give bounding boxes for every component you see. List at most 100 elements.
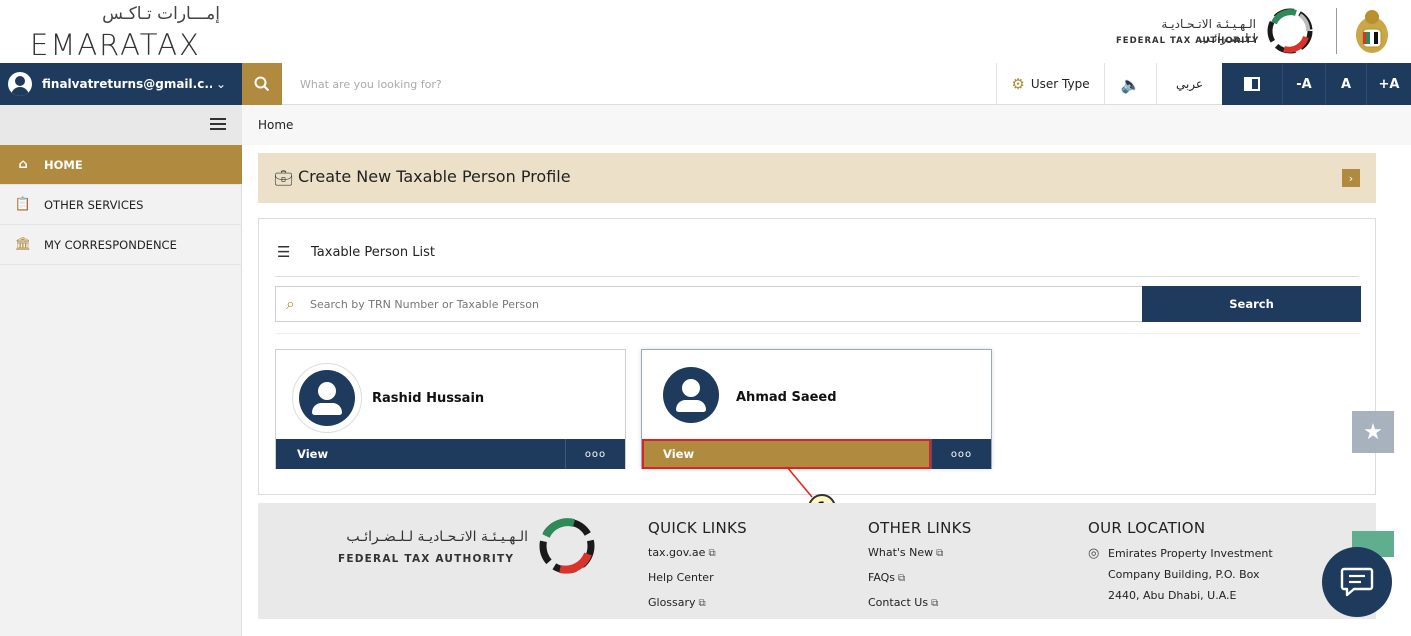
gear-icon: ⚙	[1011, 75, 1025, 93]
language-label: عربي	[1175, 77, 1204, 91]
contrast-toggle-button[interactable]	[1222, 63, 1282, 105]
chevron-down-icon[interactable]: ⌄	[216, 77, 226, 91]
create-banner-title: Create New Taxable Person Profile	[298, 167, 571, 186]
speaker-icon: 🔈	[1120, 74, 1141, 94]
uae-emblem-icon	[1356, 10, 1388, 53]
location-heading: OUR LOCATION	[1088, 519, 1206, 537]
user-avatar-icon	[663, 367, 719, 423]
taxable-person-card: Ahmad Saeed View ooo	[641, 349, 992, 469]
user-email: finalvatreturns@gmail.c...	[42, 77, 212, 91]
location-address: ◎ Emirates Property Investment Company B…	[1088, 543, 1288, 606]
footer-link[interactable]: FAQs ⧉	[868, 568, 972, 593]
external-link-icon: ⧉	[931, 598, 939, 609]
font-normal-button[interactable]: A	[1325, 63, 1366, 105]
more-options-button[interactable]: ooo	[565, 439, 625, 469]
sidebar-item-label: HOME	[44, 157, 83, 172]
nav-bar: finalvatreturns@gmail.c... ⌄ ⚙ User Type…	[0, 63, 1411, 105]
language-toggle[interactable]: عربي	[1156, 63, 1222, 105]
briefcase-icon: 💼︎	[274, 169, 294, 187]
chevron-right-icon[interactable]: ›	[1342, 169, 1360, 187]
address-text: Emirates Property Investment Company Bui…	[1108, 547, 1273, 602]
taxable-person-card: Rashid Hussain View ooo	[275, 349, 626, 469]
emaratax-logo[interactable]: إمـــارات تـاكـس EMARATAX	[30, 4, 220, 62]
logo-arabic-text: إمـــارات تـاكـس	[102, 4, 220, 24]
footer-link[interactable]: Help Center	[648, 568, 747, 593]
text-to-speech-button[interactable]: 🔈	[1104, 63, 1156, 105]
font-increase-button[interactable]: +A	[1366, 63, 1411, 105]
list-title: Taxable Person List	[311, 245, 435, 260]
link-text: Glossary	[648, 596, 696, 609]
footer-fta-logo: الـهـيـئـة الاتـحـاديـة لـلـضـرائـب FEDE…	[338, 515, 598, 577]
chat-button[interactable]	[1322, 547, 1392, 617]
external-link-icon: ⧉	[898, 573, 906, 584]
taxable-person-name: Rashid Hussain	[372, 391, 485, 406]
external-link-icon: ⧉	[698, 598, 706, 609]
user-type-label: User Type	[1030, 77, 1090, 91]
location-pin-icon: ◎	[1088, 546, 1100, 561]
search-icon	[254, 76, 270, 92]
taxable-person-search-input[interactable]	[310, 295, 1110, 313]
user-avatar-icon	[8, 72, 32, 96]
taxable-person-name: Ahmad Saeed	[736, 390, 837, 405]
breadcrumb-bar: Home	[242, 105, 1411, 145]
user-account-menu[interactable]: finalvatreturns@gmail.c... ⌄	[0, 63, 242, 105]
logo-english-text: EMARATAX	[30, 28, 201, 62]
sidebar-toggle-bar	[0, 105, 242, 145]
user-avatar-icon	[299, 370, 355, 426]
breadcrumb[interactable]: Home	[258, 118, 293, 132]
favorite-star-button[interactable]: ★	[1352, 411, 1394, 453]
footer-link[interactable]: tax.gov.ae ⧉	[648, 543, 747, 568]
global-search-button[interactable]	[242, 63, 282, 105]
external-link-icon: ⧉	[708, 548, 716, 559]
sidebar-item-my-correspondence[interactable]: 🏛 MY CORRESPONDENCE	[0, 225, 242, 265]
view-button[interactable]: View	[276, 439, 565, 469]
footer-link[interactable]: What's New ⧉	[868, 543, 972, 568]
global-search-input[interactable]	[300, 74, 800, 94]
fta-english-text: FEDERAL TAX AUTHORITY	[338, 553, 515, 565]
sidebar-item-home[interactable]: ⌂ HOME	[0, 145, 242, 185]
our-location: OUR LOCATION ◎ Emirates Property Investm…	[1088, 519, 1288, 606]
contrast-icon	[1244, 77, 1260, 91]
quick-links-heading: QUICK LINKS	[648, 519, 747, 537]
link-text: FAQs	[868, 571, 896, 584]
more-options-button[interactable]: ooo	[931, 439, 991, 469]
card-footer: View ooo	[642, 439, 991, 469]
fta-emblem-icon	[1267, 8, 1313, 54]
font-decrease-button[interactable]: -A	[1282, 63, 1325, 105]
footer: الـهـيـئـة الاتـحـاديـة لـلـضـرائـب FEDE…	[258, 503, 1376, 619]
divider	[275, 276, 1359, 277]
top-header: إمـــارات تـاكـس EMARATAX الـهـيـئـة الا…	[0, 0, 1411, 63]
star-icon: ★	[1363, 419, 1383, 445]
hamburger-menu-icon[interactable]	[210, 118, 226, 130]
card-footer: View ooo	[276, 439, 625, 469]
header-divider	[1336, 8, 1337, 54]
sidebar-item-label: OTHER SERVICES	[44, 197, 144, 212]
other-links: OTHER LINKS What's New ⧉ FAQs ⧉ Contact Us…	[868, 519, 972, 618]
footer-link[interactable]: Glossary ⧉	[648, 593, 747, 618]
sidebar-item-other-services[interactable]: 📋 OTHER SERVICES	[0, 185, 242, 225]
link-text: Contact Us	[868, 596, 929, 609]
link-text: Help Center	[648, 571, 714, 584]
clipboard-icon: 📋	[14, 197, 32, 212]
list-icon: ☰	[277, 243, 291, 261]
fta-header-logo: الـهـيـئـة الاتـحـاديـة لـلـضـرائـب FEDE…	[1116, 7, 1326, 57]
create-taxable-person-banner[interactable]: 💼︎ Create New Taxable Person Profile ›	[258, 153, 1376, 203]
search-button[interactable]: Search	[1142, 286, 1361, 322]
quick-links: QUICK LINKS tax.gov.ae ⧉ Help Center Glos…	[648, 519, 747, 618]
bank-icon: 🏛	[14, 237, 32, 252]
home-icon: ⌂	[18, 157, 28, 172]
chat-icon	[1340, 567, 1374, 597]
view-button-highlighted[interactable]: View	[642, 439, 931, 469]
external-link-icon: ⧉	[936, 548, 944, 559]
link-text: tax.gov.ae	[648, 546, 706, 559]
sidebar-item-label: MY CORRESPONDENCE	[44, 237, 177, 252]
search-icon: ⌕	[286, 294, 295, 313]
link-text: What's New	[868, 546, 934, 559]
taxable-person-list-card: ☰ Taxable Person List ⌕ Search Rashid Hu…	[258, 218, 1376, 495]
user-type-button[interactable]: ⚙ User Type	[996, 63, 1104, 105]
other-links-heading: OTHER LINKS	[868, 519, 972, 537]
footer-link[interactable]: Contact Us ⧉	[868, 593, 972, 618]
fta-arabic-text: الـهـيـئـة الاتـحـاديـة لـلـضـرائـب	[346, 529, 528, 545]
fta-english-text: FEDERAL TAX AUTHORITY	[1116, 36, 1260, 46]
divider	[275, 333, 1359, 334]
